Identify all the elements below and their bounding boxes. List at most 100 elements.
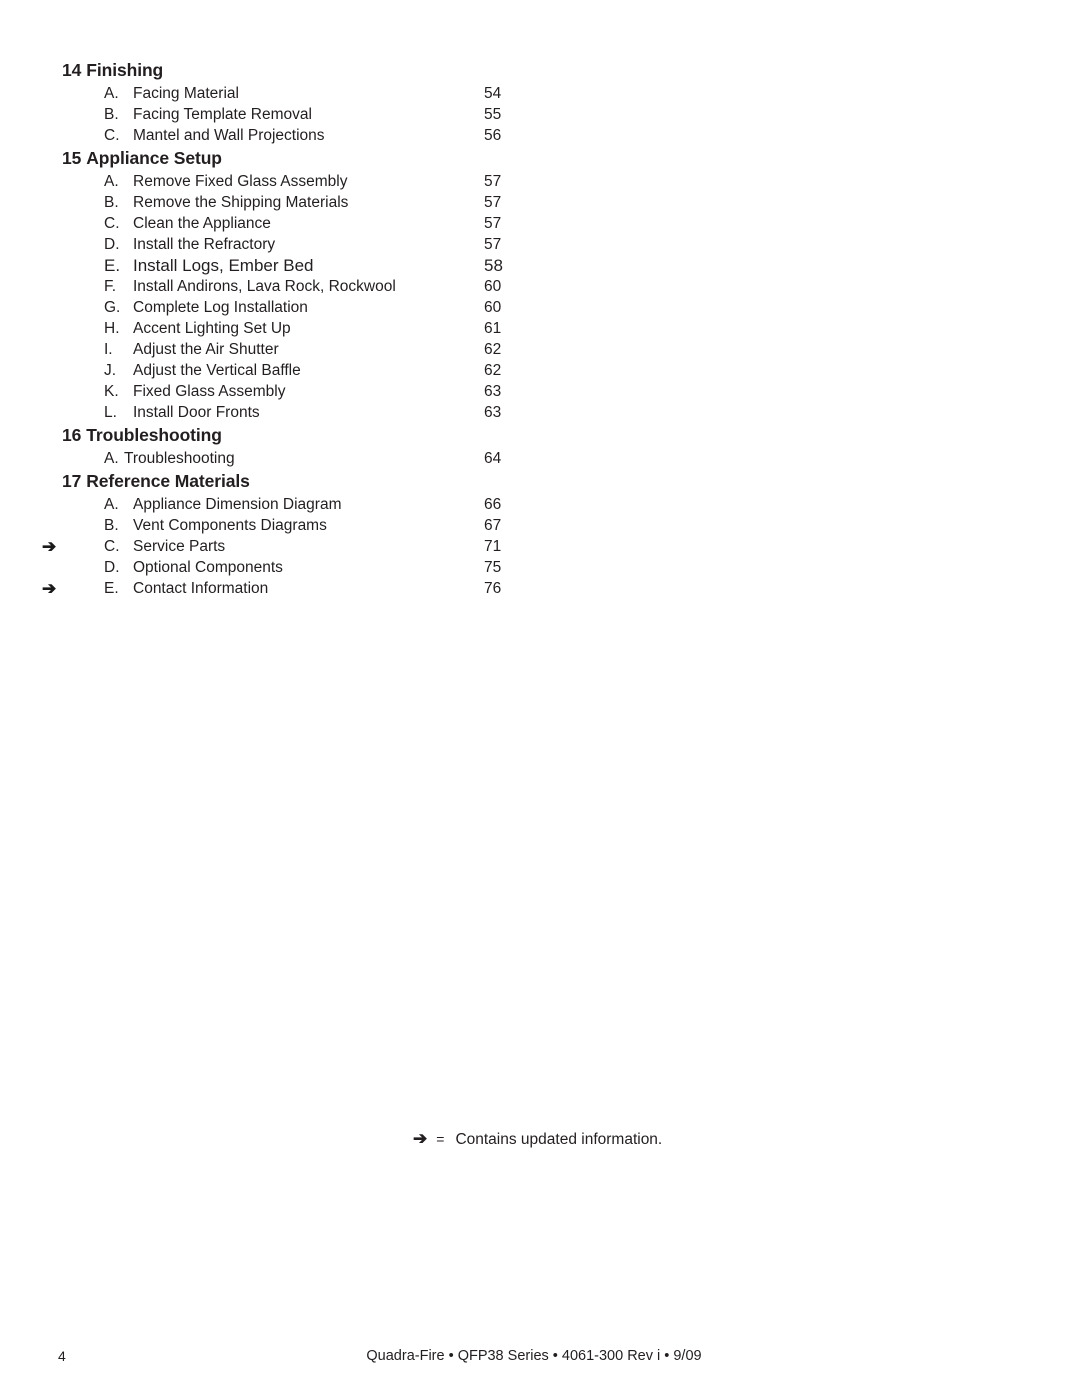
toc-entry-title: Remove Fixed Glass Assembly bbox=[133, 173, 348, 190]
toc-entry[interactable]: G. Complete Log Installation 60 bbox=[0, 297, 1080, 318]
toc-entry-letter: D. bbox=[104, 559, 120, 576]
toc-entry-page-number: 54 bbox=[484, 85, 502, 102]
toc-entry-letter: A. bbox=[104, 450, 119, 467]
toc-entry[interactable]: A. Remove Fixed Glass Assembly 57 bbox=[0, 171, 1080, 192]
toc-section-heading[interactable]: 16 Troubleshooting bbox=[0, 423, 1080, 448]
toc-entry-letter: B. bbox=[104, 194, 119, 211]
toc-entry-letter: A. bbox=[104, 85, 119, 102]
toc-entry-letter: B. bbox=[104, 517, 119, 534]
toc-section: 15 Appliance Setup A. Remove Fixed Glass As… bbox=[0, 146, 1080, 423]
toc-entry[interactable]: E. Install Logs, Ember Bed 58 bbox=[0, 255, 1080, 276]
toc-entry[interactable]: A. Appliance Dimension Diagram 66 bbox=[0, 494, 1080, 515]
toc-entry[interactable]: H. Accent Lighting Set Up 61 bbox=[0, 318, 1080, 339]
toc-entry[interactable]: ➔ E. Contact Information 76 bbox=[0, 578, 1080, 599]
toc-entry-page-number: 60 bbox=[484, 278, 502, 295]
toc-section: 16 Troubleshooting A. Troubleshooting 64 bbox=[0, 423, 1080, 469]
updated-info-arrow-icon: ➔ bbox=[42, 579, 57, 598]
toc-entry-page-number: 76 bbox=[484, 580, 502, 597]
toc-entry-page-number: 62 bbox=[484, 362, 502, 379]
toc-entry[interactable]: C. Mantel and Wall Projections 56 bbox=[0, 125, 1080, 146]
toc-entry-letter: C. bbox=[104, 127, 120, 144]
legend-equals-sign: = bbox=[436, 1131, 445, 1147]
toc-entry-letter: H. bbox=[104, 320, 120, 337]
toc-entry-page-number: 61 bbox=[484, 320, 502, 337]
toc-entry-page-number: 55 bbox=[484, 106, 502, 123]
toc-entry-title: Fixed Glass Assembly bbox=[133, 383, 286, 400]
toc-entry-page-number: 62 bbox=[484, 341, 502, 358]
document-page: 14 Finishing A. Facing Material 54 B. Facing T… bbox=[0, 0, 1080, 1397]
toc-entry[interactable]: I. Adjust the Air Shutter 62 bbox=[0, 339, 1080, 360]
page-footer: 4 Quadra-Fire • QFP38 Series • 4061-300 … bbox=[0, 1346, 1080, 1370]
legend-footnote: ➔ = Contains updated information. bbox=[413, 1128, 662, 1151]
toc-section-heading[interactable]: 15 Appliance Setup bbox=[0, 146, 1080, 171]
toc-entry-letter: B. bbox=[104, 106, 119, 123]
toc-entry[interactable]: D. Optional Components 75 bbox=[0, 557, 1080, 578]
toc-entry-title: Install Door Fronts bbox=[133, 404, 260, 421]
toc-entry[interactable]: A. Troubleshooting 64 bbox=[0, 448, 1080, 469]
toc-entry-page-number: 60 bbox=[484, 299, 502, 316]
toc-entry-title: Adjust the Vertical Baffle bbox=[133, 362, 301, 379]
toc-entry-page-number: 63 bbox=[484, 383, 502, 400]
updated-info-arrow-icon: ➔ bbox=[413, 1129, 428, 1148]
table-of-contents: 14 Finishing A. Facing Material 54 B. Facing T… bbox=[0, 58, 1080, 599]
toc-entry-title: Install Andirons, Lava Rock, Rockwool bbox=[133, 278, 396, 295]
section-number: 17 bbox=[62, 471, 82, 491]
toc-entry[interactable]: A. Facing Material 54 bbox=[0, 83, 1080, 104]
legend-text: Contains updated information. bbox=[455, 1131, 663, 1148]
toc-entry[interactable]: F. Install Andirons, Lava Rock, Rockwool 6… bbox=[0, 276, 1080, 297]
section-title: Troubleshooting bbox=[86, 425, 222, 445]
toc-entry-title: Facing Template Removal bbox=[133, 106, 312, 123]
toc-entry[interactable]: B. Facing Template Removal 55 bbox=[0, 104, 1080, 125]
toc-section: 17 Reference Materials A. Appliance Dimensi… bbox=[0, 469, 1080, 599]
toc-entry-page-number: 58 bbox=[484, 256, 503, 275]
section-number: 14 bbox=[62, 60, 82, 80]
toc-entry-title: Clean the Appliance bbox=[133, 215, 271, 232]
section-number: 16 bbox=[62, 425, 82, 445]
toc-entry-title: Troubleshooting bbox=[124, 450, 235, 467]
toc-entry-title: Facing Material bbox=[133, 85, 239, 102]
toc-entry[interactable]: D. Install the Refractory 57 bbox=[0, 234, 1080, 255]
section-title: Finishing bbox=[86, 60, 164, 80]
toc-entry-letter: J. bbox=[104, 362, 117, 379]
toc-entry-letter: C. bbox=[104, 215, 120, 232]
toc-entry-title: Complete Log Installation bbox=[133, 299, 308, 316]
toc-entry-title: Contact Information bbox=[133, 580, 269, 597]
toc-entry-page-number: 57 bbox=[484, 194, 502, 211]
toc-entry-page-number: 75 bbox=[484, 559, 502, 576]
toc-entry-page-number: 57 bbox=[484, 215, 502, 232]
toc-entry-letter: A. bbox=[104, 496, 119, 513]
toc-entry-title: Install the Refractory bbox=[133, 236, 276, 253]
toc-entry-page-number: 66 bbox=[484, 496, 502, 513]
toc-entry[interactable]: ➔ C. Service Parts 71 bbox=[0, 536, 1080, 557]
section-title: Appliance Setup bbox=[86, 148, 222, 168]
toc-entry-letter: D. bbox=[104, 236, 120, 253]
toc-entry-letter: A. bbox=[104, 173, 119, 190]
toc-entry[interactable]: B. Vent Components Diagrams 67 bbox=[0, 515, 1080, 536]
toc-entry[interactable]: J. Adjust the Vertical Baffle 62 bbox=[0, 360, 1080, 381]
toc-section-heading[interactable]: 14 Finishing bbox=[0, 58, 1080, 83]
toc-entry[interactable]: B. Remove the Shipping Materials 57 bbox=[0, 192, 1080, 213]
toc-entry-letter: E. bbox=[104, 580, 119, 597]
toc-entry-page-number: 57 bbox=[484, 173, 502, 190]
toc-entry-page-number: 56 bbox=[484, 127, 502, 144]
toc-entry-letter: K. bbox=[104, 383, 119, 400]
toc-entry-page-number: 67 bbox=[484, 517, 502, 534]
toc-section-heading[interactable]: 17 Reference Materials bbox=[0, 469, 1080, 494]
toc-entry-letter: L. bbox=[104, 404, 117, 421]
toc-entry[interactable]: C. Clean the Appliance 57 bbox=[0, 213, 1080, 234]
toc-entry-page-number: 71 bbox=[484, 538, 502, 555]
toc-entry-title: Mantel and Wall Projections bbox=[133, 127, 325, 144]
toc-entry[interactable]: K. Fixed Glass Assembly 63 bbox=[0, 381, 1080, 402]
toc-entry-letter: I. bbox=[104, 341, 113, 358]
toc-entry-page-number: 64 bbox=[484, 450, 502, 467]
section-title: Reference Materials bbox=[86, 471, 250, 491]
footer-document-info: Quadra-Fire • QFP38 Series • 4061-300 Re… bbox=[366, 1348, 702, 1364]
toc-entry-title: Vent Components Diagrams bbox=[133, 517, 327, 534]
toc-entry-page-number: 63 bbox=[484, 404, 502, 421]
toc-entry-letter: F. bbox=[104, 278, 117, 295]
toc-entry-title: Optional Components bbox=[133, 559, 283, 576]
toc-entry[interactable]: L. Install Door Fronts 63 bbox=[0, 402, 1080, 423]
toc-entry-title: Appliance Dimension Diagram bbox=[133, 496, 342, 513]
toc-entry-title: Remove the Shipping Materials bbox=[133, 194, 349, 211]
toc-entry-page-number: 57 bbox=[484, 236, 502, 253]
